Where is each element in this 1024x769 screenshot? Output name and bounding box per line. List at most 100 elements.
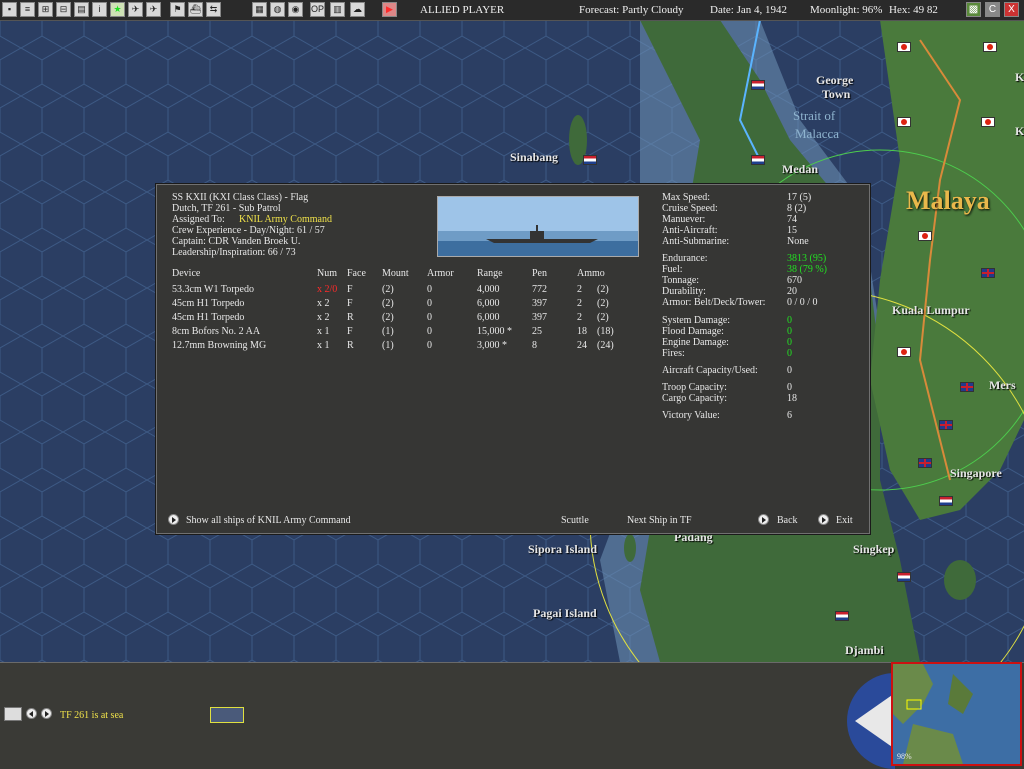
- anti-aircraft-value: 15: [787, 225, 797, 236]
- device-ammo-max: (18): [597, 326, 614, 337]
- flag-icon[interactable]: ⚑: [170, 2, 185, 17]
- british-unit-flag[interactable]: [960, 382, 974, 392]
- ship-icon[interactable]: ⛴: [188, 2, 203, 17]
- anti-submarine-label: Anti-Submarine:: [662, 236, 730, 247]
- cruise-speed-label: Cruise Speed:: [662, 203, 718, 214]
- british-unit-flag[interactable]: [939, 420, 953, 430]
- japanese-unit-flag[interactable]: [897, 42, 911, 52]
- player-label: ALLIED PLAYER: [420, 4, 505, 16]
- ship-name[interactable]: SS KXII (KXI Class Class) - Flag: [172, 192, 308, 203]
- manuever-value: 74: [787, 214, 797, 225]
- col-range: Range: [477, 268, 503, 279]
- moonlight-label: Moonlight: 96%: [810, 4, 883, 16]
- armor-label: Armor: Belt/Deck/Tower:: [662, 297, 766, 308]
- device-armor: 0: [427, 326, 432, 337]
- dutch-unit-flag[interactable]: [583, 155, 597, 165]
- map-label-strait-2: Malacca: [795, 126, 840, 141]
- map-label-george-town-2: Town: [822, 87, 851, 101]
- airplane-red-icon[interactable]: ✈: [128, 2, 143, 17]
- british-unit-flag[interactable]: [918, 458, 932, 468]
- japanese-unit-flag[interactable]: [983, 42, 997, 52]
- map-label-kuala-lumpur: Kuala Lumpur: [892, 303, 970, 317]
- menu-icon[interactable]: ▪: [2, 2, 17, 17]
- cloud-icon[interactable]: ☁: [350, 2, 365, 17]
- arrows-icon[interactable]: ⇆: [206, 2, 221, 17]
- show-all-ships-button[interactable]: Show all ships of KNIL Army Command: [186, 515, 351, 526]
- japanese-unit-flag[interactable]: [918, 231, 932, 241]
- submarine-unit-icon[interactable]: [210, 707, 244, 723]
- device-num: x 2/0: [317, 284, 338, 295]
- engine-damage-value: 0: [787, 337, 792, 348]
- tanks-icon[interactable]: ▦: [252, 2, 267, 17]
- captain-line[interactable]: Captain: CDR Vanden Broek U.: [172, 236, 300, 247]
- dutch-unit-flag[interactable]: [939, 496, 953, 506]
- armor-value: 0 / 0 / 0: [787, 297, 818, 308]
- manuever-label: Manuever:: [662, 214, 706, 225]
- play-icon[interactable]: ▶: [382, 2, 397, 17]
- airplane-icon[interactable]: ✈: [146, 2, 161, 17]
- device-name: 12.7mm Browning MG: [172, 340, 267, 351]
- exit-arrow-icon[interactable]: [818, 514, 829, 525]
- chart-icon[interactable]: ▥: [330, 2, 345, 17]
- system-damage-label: System Damage:: [662, 315, 731, 326]
- exit-button[interactable]: Exit: [836, 515, 853, 526]
- cruise-speed-value: 8 (2): [787, 203, 807, 214]
- dutch-unit-flag[interactable]: [751, 155, 765, 165]
- japanese-unit-flag[interactable]: [981, 117, 995, 127]
- device-range: 6,000: [477, 298, 500, 309]
- japanese-unit-flag[interactable]: [897, 117, 911, 127]
- col-face: Face: [347, 268, 366, 279]
- device-face: R: [347, 312, 354, 323]
- ship-list-icon[interactable]: [4, 707, 22, 721]
- document-icon[interactable]: ≡: [20, 2, 35, 17]
- dutch-unit-flag[interactable]: [897, 572, 911, 582]
- back-button[interactable]: Back: [777, 515, 798, 526]
- table-icon[interactable]: ▤: [74, 2, 89, 17]
- device-armor: 0: [427, 284, 432, 295]
- next-arrow-icon[interactable]: [41, 708, 52, 719]
- show-all-ships-icon[interactable]: [168, 514, 179, 525]
- device-mount: (1): [382, 326, 394, 337]
- globe-icon[interactable]: ◍: [270, 2, 285, 17]
- close-button[interactable]: X: [1004, 2, 1019, 17]
- unit-icon[interactable]: ◉: [288, 2, 303, 17]
- map-label-malaya: Malaya: [906, 186, 990, 215]
- device-mount: (1): [382, 340, 394, 351]
- system-damage-value: 0: [787, 315, 792, 326]
- device-num: x 2: [317, 312, 330, 323]
- hex-label: Hex: 49 82: [889, 4, 938, 16]
- col-pen: Pen: [532, 268, 547, 279]
- map-label-sinabang: Sinabang: [510, 150, 559, 164]
- device-mount: (2): [382, 312, 394, 323]
- dutch-unit-flag[interactable]: [835, 611, 849, 621]
- device-face: F: [347, 284, 353, 295]
- device-ammo: 18: [577, 326, 587, 337]
- submarine-image: [437, 196, 639, 257]
- op-button[interactable]: OP: [310, 2, 325, 17]
- scuttle-button[interactable]: Scuttle: [561, 515, 589, 526]
- report-icon[interactable]: ⊞: [38, 2, 53, 17]
- device-ammo: 2: [577, 312, 582, 323]
- map-label-mers: Mers: [989, 378, 1016, 392]
- prev-arrow-icon[interactable]: [26, 708, 37, 719]
- british-unit-flag[interactable]: [981, 268, 995, 278]
- japanese-unit-flag[interactable]: [897, 347, 911, 357]
- assigned-command-link[interactable]: KNIL Army Command: [239, 214, 332, 225]
- engine-damage-label: Engine Damage:: [662, 337, 729, 348]
- dutch-unit-flag[interactable]: [751, 80, 765, 90]
- minimap[interactable]: 98%: [891, 662, 1022, 766]
- next-ship-button[interactable]: Next Ship in TF: [627, 515, 692, 526]
- c-button[interactable]: C: [985, 2, 1000, 17]
- map-icon[interactable]: ▩: [966, 2, 981, 17]
- device-pen: 397: [532, 298, 547, 309]
- map-label-singkep: Singkep: [853, 542, 895, 556]
- star-icon[interactable]: ★: [110, 2, 125, 17]
- tonnage-label: Tonnage:: [662, 275, 700, 286]
- info-icon[interactable]: i: [92, 2, 107, 17]
- list-icon[interactable]: ⊟: [56, 2, 71, 17]
- device-ammo-max: (2): [597, 298, 609, 309]
- assigned-label: Assigned To:: [172, 214, 225, 225]
- back-arrow-icon[interactable]: [758, 514, 769, 525]
- troop-capacity-value: 0: [787, 382, 792, 393]
- device-num: x 2: [317, 298, 330, 309]
